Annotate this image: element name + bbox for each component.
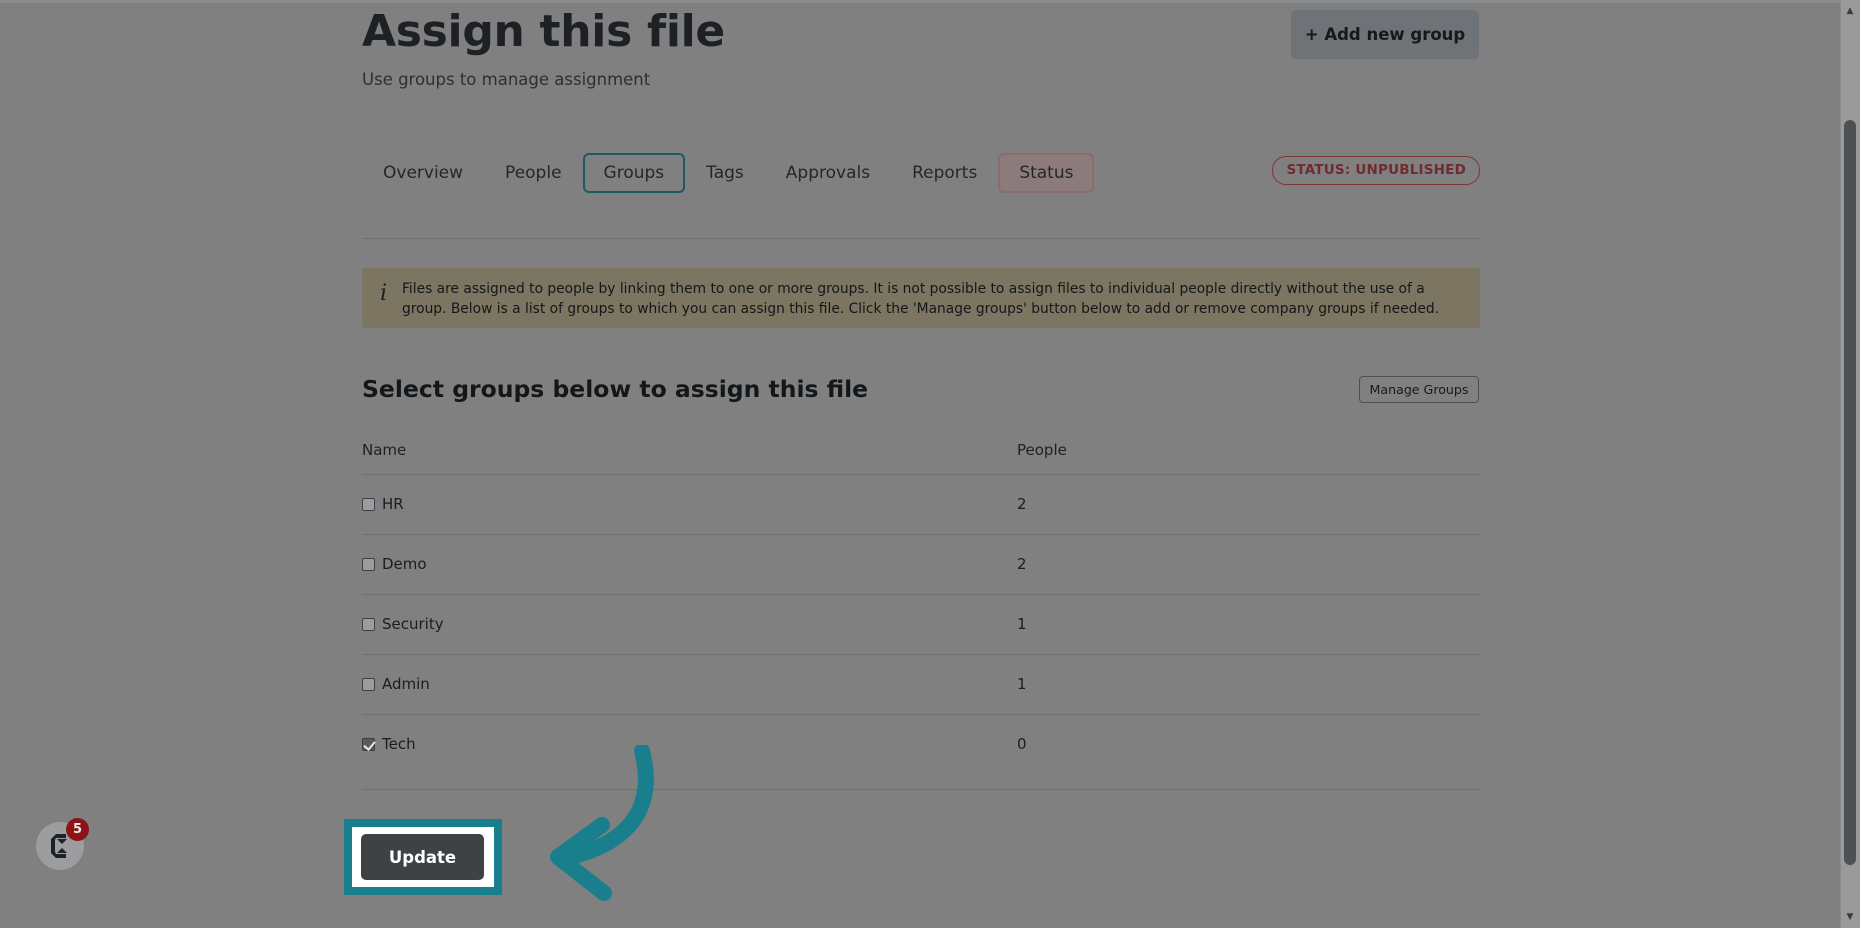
section-heading: Select groups below to assign this file	[362, 375, 869, 403]
table-row: Tech 0	[362, 715, 1480, 775]
tab-overview[interactable]: Overview	[362, 153, 484, 194]
group-people-count: 1	[1017, 654, 1480, 715]
table-header-row: Name People	[362, 433, 1480, 475]
scrollbar-track-edge	[1840, 0, 1841, 928]
group-checkbox-security[interactable]	[362, 617, 375, 631]
group-people-count: 2	[1017, 534, 1480, 595]
group-people-count: 0	[1017, 735, 1027, 753]
column-header-name: Name	[362, 433, 1017, 475]
table-row: Admin 1	[362, 654, 1480, 715]
table-bottom-divider	[362, 789, 1480, 790]
update-button[interactable]: Update	[361, 834, 484, 880]
table-row: Demo 2	[362, 534, 1480, 595]
scrollbar-thumb[interactable]	[1844, 120, 1856, 865]
info-icon: i	[380, 281, 388, 306]
scroll-up-arrow-icon[interactable]: ▲	[1840, 2, 1860, 20]
add-new-group-button[interactable]: + Add new group	[1291, 10, 1479, 59]
tab-groups[interactable]: Groups	[582, 152, 686, 194]
group-name-label: Admin	[382, 675, 430, 693]
group-name-label: HR	[382, 495, 404, 513]
tab-bar: Overview People Groups Tags Approvals Re…	[362, 150, 1480, 196]
scroll-down-arrow-icon[interactable]: ▼	[1840, 908, 1860, 926]
group-checkbox-tech[interactable]	[362, 737, 375, 751]
info-banner: i Files are assigned to people by linkin…	[362, 268, 1480, 328]
group-name-cell: HR	[362, 474, 1017, 535]
group-name-label: Security	[382, 615, 444, 633]
group-name-label: Tech	[382, 735, 416, 753]
tab-people[interactable]: People	[484, 153, 582, 194]
info-banner-text: Files are assigned to people by linking …	[402, 281, 1440, 317]
chat-widget-button[interactable]: 5	[36, 818, 89, 870]
groups-table: Name People HR 2 Demo 2 Security 1 Admin…	[362, 433, 1480, 774]
group-name-cell: Security	[362, 594, 1017, 655]
group-name-cell: Admin	[362, 654, 1017, 715]
page-root: Assign this file Use groups to manage as…	[0, 0, 1840, 928]
page-subtitle: Use groups to manage assignment	[362, 69, 651, 89]
group-people-count: 2	[1017, 474, 1480, 535]
chat-unread-badge: 5	[66, 818, 89, 841]
group-name-cell: Tech	[362, 715, 1017, 775]
vertical-scrollbar[interactable]: ▲ ▼	[1840, 0, 1860, 928]
group-name-label: Demo	[382, 555, 427, 573]
group-checkbox-hr[interactable]	[362, 497, 375, 511]
group-checkbox-admin[interactable]	[362, 677, 375, 691]
table-row: Security 1	[362, 594, 1480, 655]
tab-status[interactable]: Status	[998, 152, 1095, 194]
table-row: HR 2	[362, 474, 1480, 535]
group-people-count: 1	[1017, 594, 1480, 655]
group-name-cell: Demo	[362, 534, 1017, 595]
tab-reports[interactable]: Reports	[891, 153, 998, 194]
column-header-people: People	[1017, 433, 1480, 475]
group-checkbox-demo[interactable]	[362, 557, 375, 571]
groups-table-body: HR 2 Demo 2 Security 1 Admin 1 Tech 0	[362, 474, 1480, 775]
groups-table-head: Name People	[362, 433, 1480, 475]
tab-approvals[interactable]: Approvals	[765, 153, 891, 194]
tab-tags[interactable]: Tags	[685, 153, 765, 194]
tabs-divider	[362, 238, 1480, 239]
manage-groups-button[interactable]: Manage Groups	[1359, 376, 1479, 403]
status-badge: STATUS: UNPUBLISHED	[1272, 156, 1480, 185]
